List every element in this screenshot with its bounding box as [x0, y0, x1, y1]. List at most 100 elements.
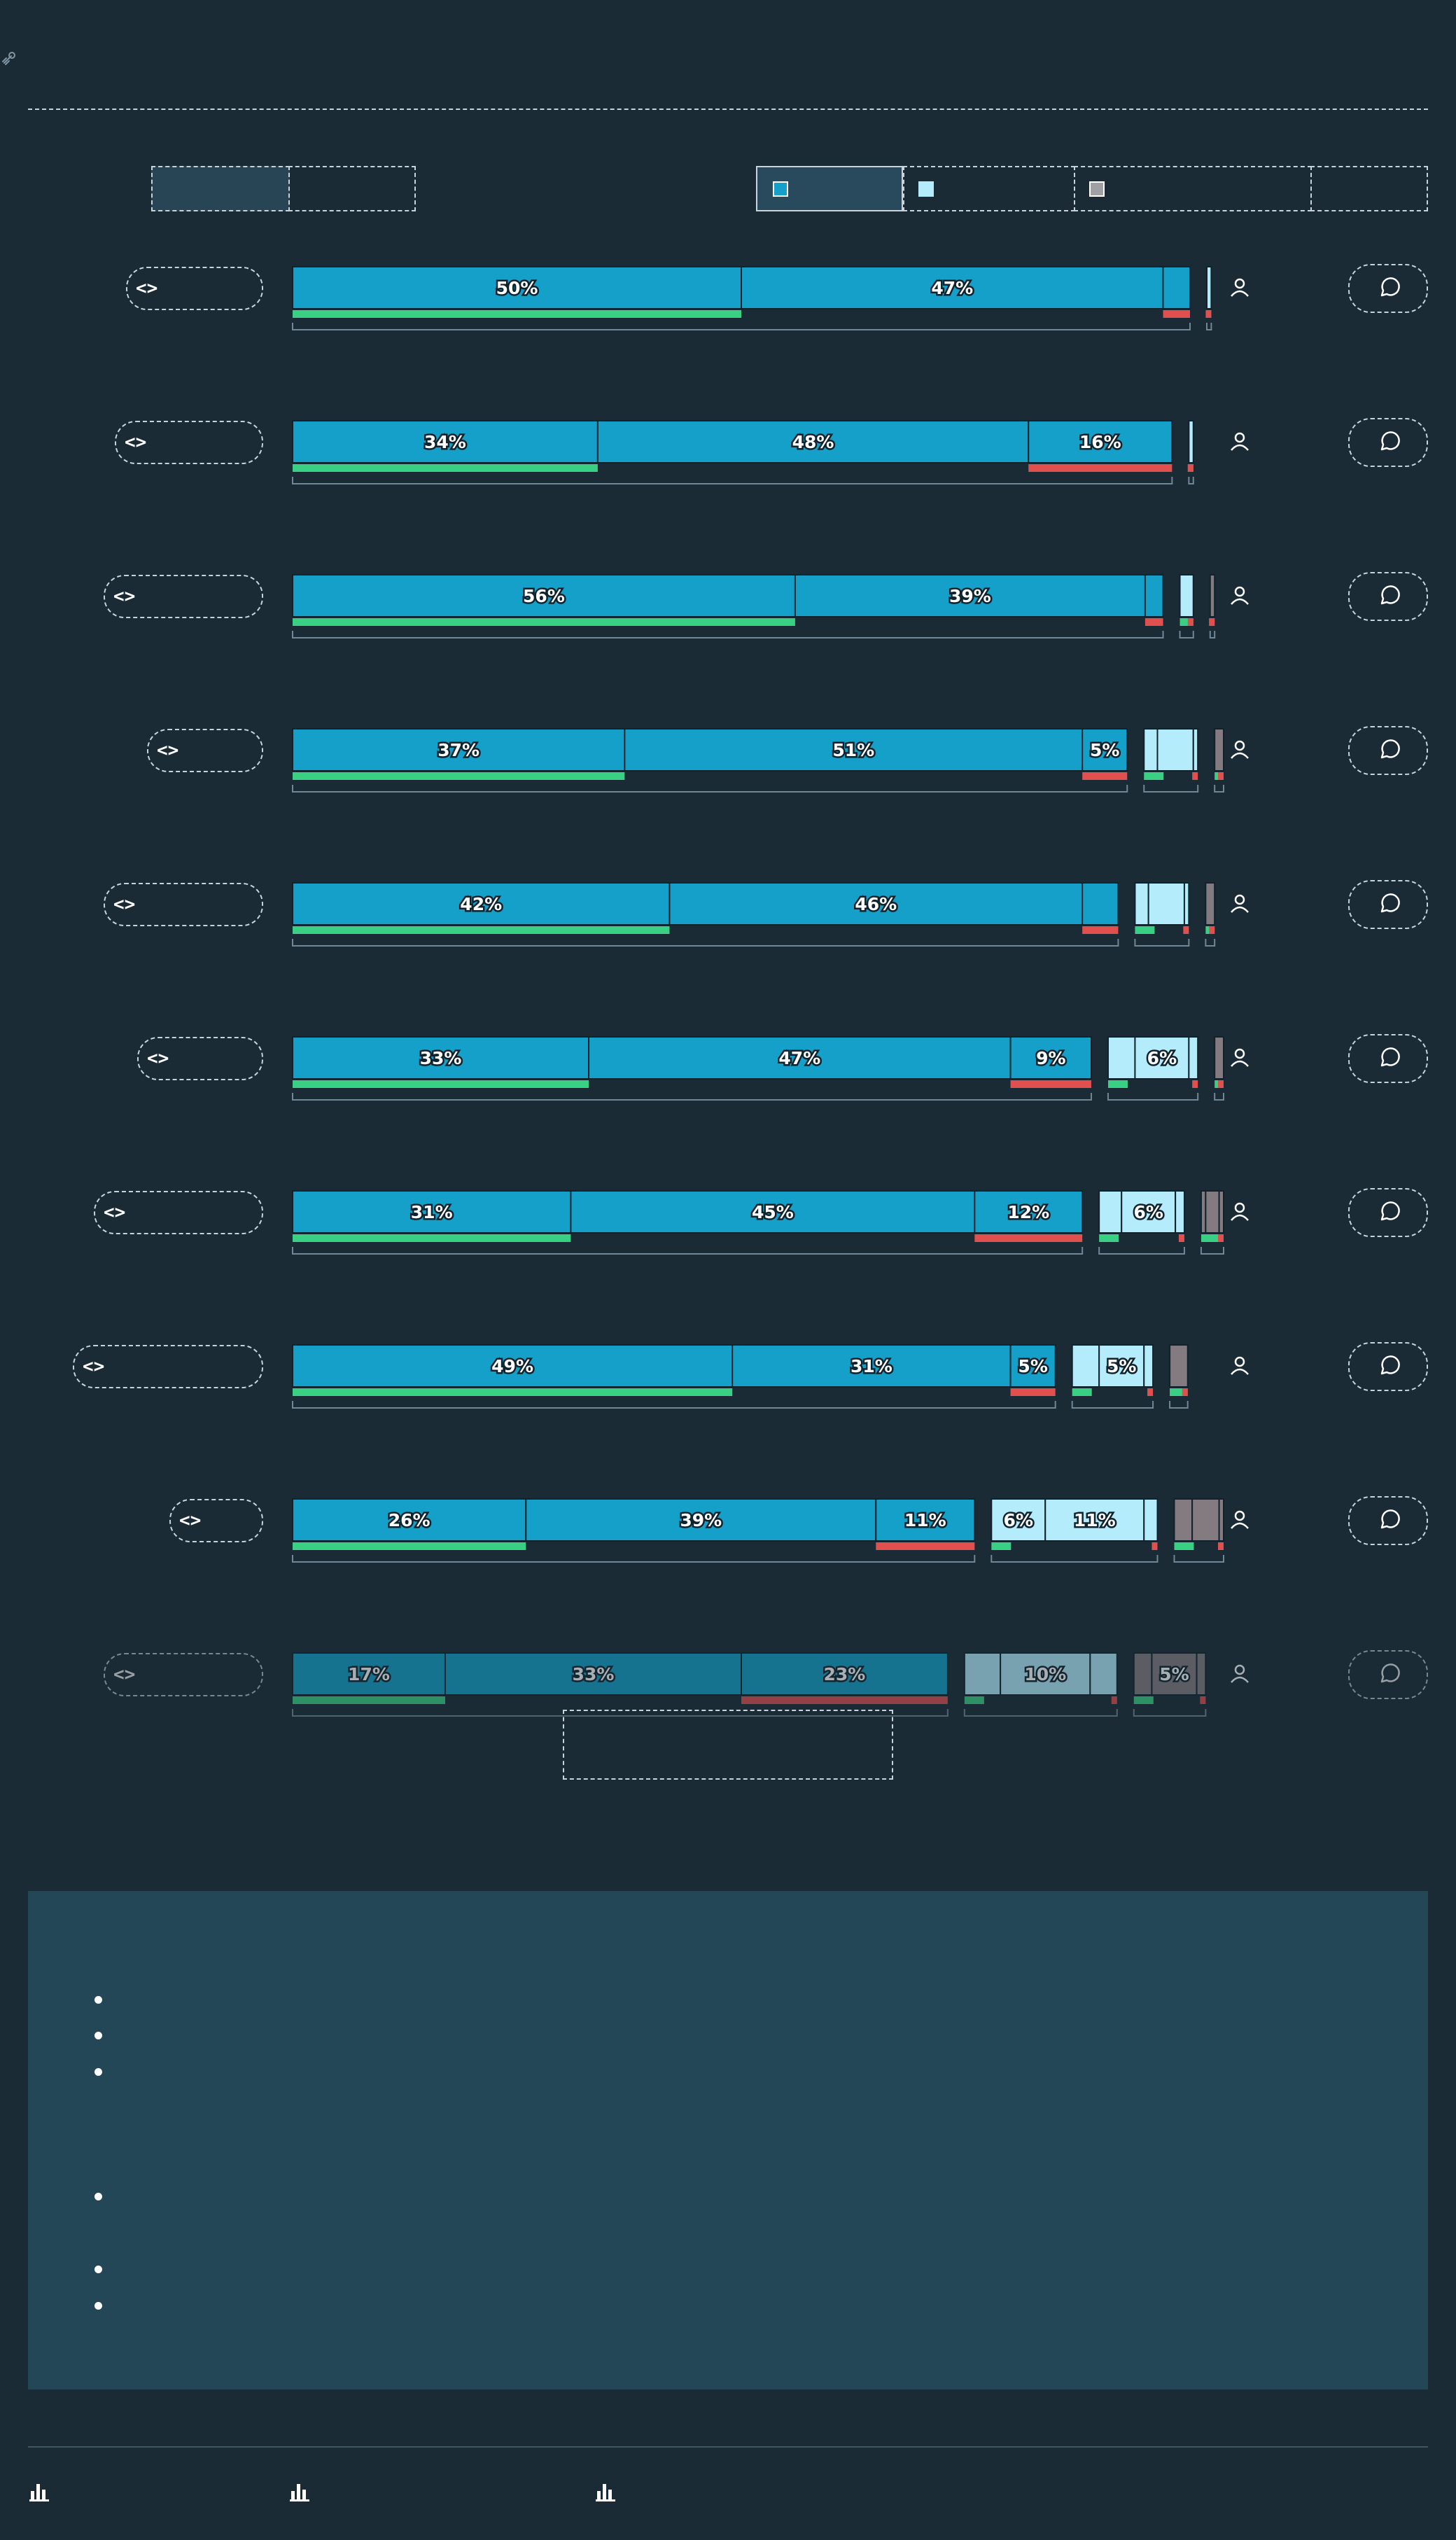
negative-indicator	[1187, 618, 1194, 626]
user-icon[interactable]	[1231, 1664, 1249, 1683]
user-icon[interactable]	[1231, 1510, 1249, 1529]
bar-segment-label: 26%	[388, 1510, 430, 1530]
group-bracket	[1205, 939, 1216, 947]
user-icon[interactable]	[1231, 1048, 1249, 1067]
bar-segment[interactable]	[1143, 728, 1158, 772]
bar-row[interactable]: 17% 33% 23% 10% 5%	[292, 1652, 1207, 1717]
bar-segment[interactable]	[1162, 266, 1191, 309]
bar-segment[interactable]	[1209, 574, 1216, 617]
bar-segment[interactable]	[1191, 1498, 1220, 1542]
bar-segment[interactable]	[1144, 574, 1164, 617]
bar-segment[interactable]	[1071, 1344, 1100, 1388]
bar-segment[interactable]	[1098, 1190, 1123, 1234]
row-code-pill[interactable]: <>	[126, 267, 263, 310]
bar-segment[interactable]	[1143, 1344, 1154, 1388]
row-code-pill[interactable]: <>	[104, 883, 263, 926]
row-code-pill[interactable]: <>	[147, 729, 263, 772]
positive-indicator	[1200, 1234, 1221, 1242]
bar-row[interactable]: 34% 48% 16%	[292, 420, 1194, 484]
comment-button[interactable]	[1348, 880, 1428, 929]
bar-row[interactable]: 33% 47% 9% 6%	[292, 1036, 1225, 1101]
comment-button[interactable]	[1348, 264, 1428, 313]
code-icon: <>	[113, 1664, 136, 1685]
comment-button[interactable]	[1348, 1034, 1428, 1083]
row-code-pill[interactable]: <>	[104, 1653, 263, 1696]
negative-indicator	[1187, 464, 1194, 472]
comment-icon	[1380, 277, 1400, 297]
bar-segment[interactable]	[1206, 266, 1212, 309]
bar-segment[interactable]	[1082, 882, 1119, 926]
bar-segment[interactable]	[1214, 728, 1225, 772]
bar-segment[interactable]	[1218, 1190, 1224, 1234]
user-icon[interactable]	[1231, 586, 1249, 605]
bar-segment[interactable]	[1218, 1498, 1224, 1542]
positive-indicator	[1174, 1542, 1194, 1550]
bar-segment[interactable]	[1147, 882, 1185, 926]
positive-indicator	[293, 1234, 571, 1242]
bar-segment-label: 47%	[778, 1048, 820, 1068]
bar-segment-label: 39%	[949, 586, 991, 606]
group-bracket	[1214, 785, 1224, 793]
footer-item-3[interactable]	[596, 2481, 806, 2502]
bar-segment[interactable]	[1173, 1498, 1194, 1542]
user-icon[interactable]	[1231, 740, 1249, 759]
bar-segment[interactable]	[1183, 882, 1190, 926]
bar-row[interactable]: 42% 46%	[292, 882, 1216, 947]
bar-segment[interactable]	[1089, 1652, 1118, 1696]
bar-row[interactable]: 50% 47%	[292, 266, 1212, 330]
bar-segment[interactable]	[1133, 1652, 1153, 1696]
bar-segment-label: 50%	[496, 278, 538, 298]
row-code-pill[interactable]: <>	[104, 575, 263, 618]
user-icon[interactable]	[1231, 278, 1249, 297]
user-icon[interactable]	[1231, 894, 1249, 913]
row-code-pill[interactable]: <>	[73, 1345, 263, 1388]
user-icon[interactable]	[1231, 1356, 1249, 1375]
comment-button[interactable]	[1348, 1650, 1428, 1699]
comment-button[interactable]	[1348, 1188, 1428, 1237]
bar-segment-label: 5%	[1159, 1664, 1189, 1684]
bar-segment-label: 5%	[1107, 1356, 1136, 1376]
bar-segment[interactable]	[963, 1652, 1002, 1696]
bar-segment-label: 33%	[420, 1048, 462, 1068]
bar-segment[interactable]	[1175, 1190, 1185, 1234]
negative-indicator	[1218, 772, 1224, 780]
footer-item-1[interactable]	[29, 2481, 239, 2502]
bar-segment[interactable]	[1192, 728, 1199, 772]
bar-row[interactable]: 49% 31% 5% 5%	[292, 1344, 1189, 1409]
bar-segment[interactable]	[1156, 728, 1194, 772]
row-code-pill[interactable]: <>	[94, 1191, 263, 1234]
negative-indicator	[1192, 1080, 1198, 1088]
row-code-pill[interactable]: <>	[115, 421, 263, 464]
bar-segment[interactable]	[1196, 1652, 1207, 1696]
positive-indicator	[1099, 1234, 1119, 1242]
bar-row[interactable]: 26% 39% 11% 6% 11%	[292, 1498, 1224, 1563]
comment-button[interactable]	[1348, 726, 1428, 775]
bar-segment[interactable]	[1188, 420, 1194, 463]
bar-row[interactable]: 31% 45% 12% 6%	[292, 1190, 1224, 1255]
user-icon[interactable]	[1231, 1202, 1249, 1221]
bar-segment[interactable]	[1205, 1190, 1220, 1234]
user-icon[interactable]	[1231, 432, 1249, 451]
footer-item-2[interactable]	[290, 2481, 500, 2502]
bar-segment[interactable]	[1134, 882, 1149, 926]
bar-segment[interactable]	[1214, 1036, 1225, 1080]
bar-row[interactable]: 56% 39%	[292, 574, 1216, 639]
bar-segment[interactable]	[1107, 1036, 1136, 1080]
row-code-pill[interactable]: <>	[169, 1499, 263, 1542]
group-bracket	[292, 1093, 1092, 1101]
bar-segment[interactable]	[1188, 1036, 1199, 1080]
bar-segment-label: 51%	[832, 740, 874, 760]
bar-segment[interactable]	[1179, 574, 1194, 617]
bar-row[interactable]: 37% 51% 5%	[292, 728, 1225, 793]
bar-segment[interactable]	[1143, 1498, 1158, 1542]
comment-button[interactable]	[1348, 1342, 1428, 1391]
bar-segment[interactable]	[1205, 882, 1216, 926]
bar-segment[interactable]	[1169, 1344, 1189, 1388]
bar-segment-label: 5%	[1018, 1356, 1047, 1376]
row-code-pill[interactable]: <>	[137, 1037, 263, 1080]
comment-button[interactable]	[1348, 418, 1428, 467]
comment-button[interactable]	[1348, 1496, 1428, 1545]
comment-button[interactable]	[1348, 572, 1428, 621]
negative-indicator	[974, 1234, 1083, 1242]
footer-divider	[28, 2446, 1428, 2448]
